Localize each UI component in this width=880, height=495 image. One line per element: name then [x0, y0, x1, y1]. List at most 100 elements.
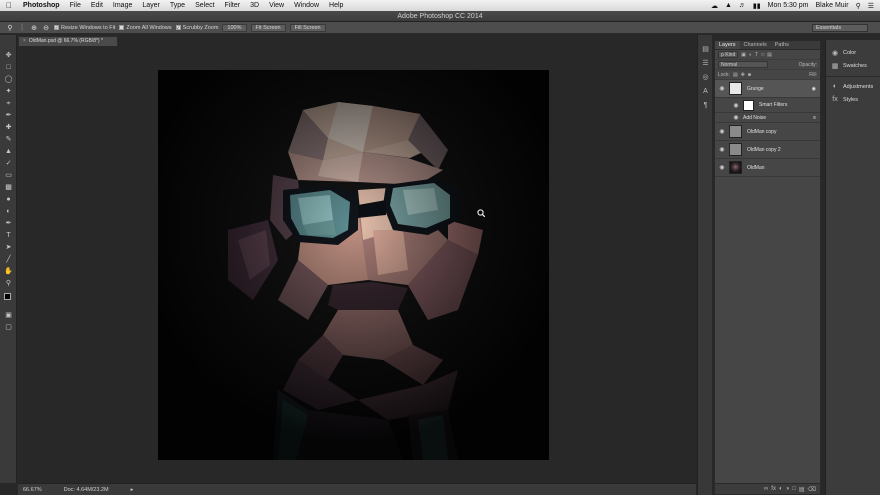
layer-row-grunge[interactable]: ◉ Grunge ◉: [715, 80, 820, 98]
lock-position-icon[interactable]: ✥: [741, 72, 745, 78]
user-name[interactable]: Blake Muir: [816, 2, 849, 9]
battery-icon[interactable]: ▮▮: [753, 2, 761, 10]
new-layer-icon[interactable]: ▤: [799, 486, 805, 493]
layer-row-add-noise[interactable]: ◉ Add Noise ≡: [715, 113, 820, 123]
eye-icon[interactable]: ◉: [715, 146, 729, 153]
eye-icon[interactable]: ◉: [729, 102, 743, 109]
lasso-tool-icon[interactable]: ◯: [4, 75, 13, 84]
menu-edit[interactable]: Edit: [86, 2, 108, 9]
history-icon[interactable]: ▤: [701, 45, 710, 54]
crop-tool-icon[interactable]: ⌖: [4, 99, 13, 108]
blend-mode-select[interactable]: Normal: [718, 61, 768, 68]
history-brush-tool-icon[interactable]: ✓: [4, 159, 13, 168]
menu-help[interactable]: Help: [324, 2, 348, 9]
tab-channels[interactable]: Channels: [740, 41, 771, 49]
eye-icon[interactable]: ◉: [715, 164, 729, 171]
zoom-tool-icon[interactable]: ⚲: [4, 279, 13, 288]
character-icon[interactable]: A: [701, 87, 710, 96]
move-tool-icon[interactable]: ✥: [4, 51, 13, 60]
zoom-all-windows-checkbox[interactable]: Zoom All Windows: [119, 25, 172, 31]
menu-photoshop[interactable]: Photoshop: [18, 2, 65, 9]
panel-adjustments[interactable]: ◐ Adjustments: [826, 80, 880, 93]
type-tool-icon[interactable]: T: [4, 231, 13, 240]
menu-window[interactable]: Window: [289, 2, 324, 9]
dodge-tool-icon[interactable]: ◐: [4, 207, 13, 216]
zoom-level[interactable]: 66.67%: [23, 487, 42, 493]
tab-paths[interactable]: Paths: [771, 41, 793, 49]
panel-styles[interactable]: fx Styles: [826, 93, 880, 106]
clock[interactable]: Mon 5:30 pm: [768, 2, 809, 9]
adjustment-layer-icon[interactable]: ◑: [786, 486, 790, 492]
lock-all-icon[interactable]: ■: [748, 72, 751, 78]
menu-filter[interactable]: Filter: [220, 2, 246, 9]
layer-row-smart-filters[interactable]: ◉ Smart Filters: [715, 98, 820, 113]
fit-screen-button[interactable]: Fit Screen: [250, 23, 286, 32]
layer-name[interactable]: Grunge: [747, 86, 764, 92]
layer-mask-icon[interactable]: ◐: [779, 486, 783, 492]
canvas-area[interactable]: [18, 46, 696, 483]
notifications-icon[interactable]: ☰: [868, 2, 874, 10]
blur-tool-icon[interactable]: ●: [4, 195, 13, 204]
close-tab-icon[interactable]: ×: [23, 38, 26, 44]
layer-style-icon[interactable]: fx: [771, 486, 776, 492]
shape-tool-icon[interactable]: ╱: [4, 255, 13, 264]
lock-pixels-icon[interactable]: ▤: [733, 72, 738, 78]
clone-stamp-tool-icon[interactable]: ▲: [4, 147, 13, 156]
trash-icon[interactable]: ⌫: [808, 486, 816, 493]
tab-layers[interactable]: Layers: [715, 41, 740, 49]
layer-name[interactable]: OldMan: [747, 165, 765, 171]
eye-icon[interactable]: ◉: [715, 85, 729, 92]
menu-type[interactable]: Type: [165, 2, 190, 9]
filter-smart-icon[interactable]: ▤: [767, 52, 772, 58]
quick-select-tool-icon[interactable]: ✦: [4, 87, 13, 96]
cloud-icon[interactable]: ☁: [711, 2, 718, 10]
marquee-tool-icon[interactable]: □: [4, 63, 13, 72]
menu-image[interactable]: Image: [108, 2, 137, 9]
hand-tool-icon[interactable]: ✋: [4, 267, 13, 276]
layer-row-oldman-copy-2[interactable]: ◉ OldMan copy 2: [715, 141, 820, 159]
filter-pixel-icon[interactable]: ▣: [741, 52, 746, 58]
fill-screen-button[interactable]: Fill Screen: [289, 23, 326, 32]
menu-select[interactable]: Select: [190, 2, 219, 9]
eye-icon[interactable]: ◉: [729, 114, 743, 121]
low-poly-portrait-artwork[interactable]: [158, 70, 549, 460]
workspace-select[interactable]: Essentials: [812, 24, 868, 32]
zoom-out-icon[interactable]: ⊖: [42, 24, 50, 32]
layer-name[interactable]: OldMan copy: [747, 129, 776, 135]
brush-presets-icon[interactable]: ◎: [701, 73, 710, 82]
eye-icon[interactable]: ◉: [715, 128, 729, 135]
spotlight-icon[interactable]: ⚲: [856, 2, 861, 10]
volume-icon[interactable]: ♬: [739, 2, 746, 9]
layer-name[interactable]: OldMan copy 2: [747, 147, 781, 153]
healing-brush-tool-icon[interactable]: ✚: [4, 123, 13, 132]
pen-tool-icon[interactable]: ✒: [4, 219, 13, 228]
path-select-tool-icon[interactable]: ➤: [4, 243, 13, 252]
filter-adjustment-icon[interactable]: ◐: [749, 52, 752, 58]
brush-tool-icon[interactable]: ✎: [4, 135, 13, 144]
status-menu-arrow-icon[interactable]: ▸: [131, 487, 134, 493]
menu-3d[interactable]: 3D: [245, 2, 264, 9]
panel-swatches[interactable]: ▦ Swatches: [826, 59, 880, 72]
screen-mode-icon[interactable]: ▢: [4, 323, 13, 332]
layer-name[interactable]: Smart Filters: [759, 102, 787, 108]
foreground-color-swatch[interactable]: [4, 293, 11, 300]
panel-color[interactable]: ◉ Color: [826, 46, 880, 59]
wifi-icon[interactable]: ▲: [725, 2, 732, 9]
filter-options-icon[interactable]: ≡: [813, 115, 816, 121]
paragraph-icon[interactable]: ¶: [701, 101, 710, 110]
properties-icon[interactable]: ☰: [701, 59, 710, 68]
new-group-icon[interactable]: □: [792, 486, 796, 492]
zoom-100-button[interactable]: 100%: [222, 23, 247, 32]
layer-filter-kind[interactable]: ρ Kind: [718, 51, 739, 58]
menu-file[interactable]: File: [65, 2, 86, 9]
eraser-tool-icon[interactable]: ▭: [4, 171, 13, 180]
resize-windows-checkbox[interactable]: ✓ Resize Windows to Fit: [54, 25, 115, 31]
link-layers-icon[interactable]: ∞: [764, 486, 768, 492]
filter-shape-icon[interactable]: □: [761, 52, 764, 58]
menu-view[interactable]: View: [264, 2, 289, 9]
menu-layer[interactable]: Layer: [137, 2, 165, 9]
apple-icon[interactable]: : [0, 1, 18, 10]
zoom-tool-icon[interactable]: ⚲: [6, 24, 14, 32]
filter-type-icon[interactable]: T: [755, 52, 758, 58]
scrubby-zoom-checkbox[interactable]: ✓ Scrubby Zoom: [175, 25, 218, 31]
